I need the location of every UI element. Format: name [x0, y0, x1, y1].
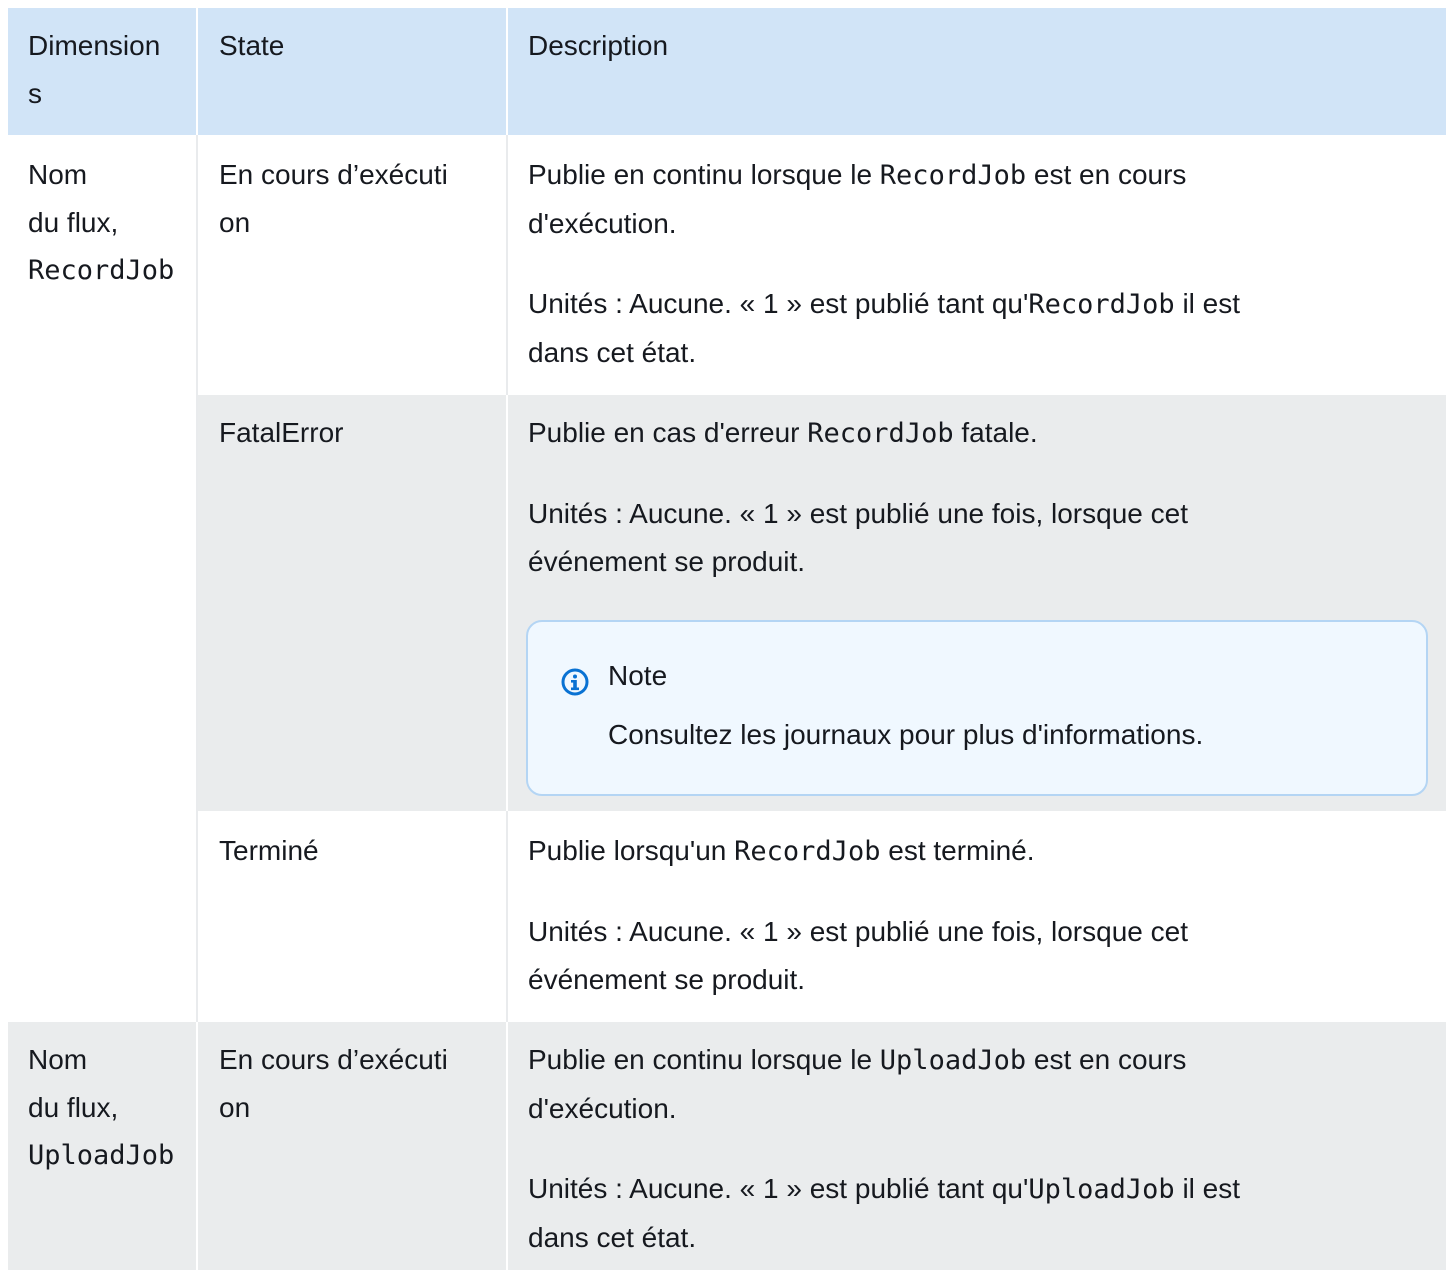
state-cell-running: En cours d’exécuti on [219, 159, 448, 238]
dimension-cell-recordjob: Nom du flux, RecordJob [28, 159, 175, 286]
header-dimensions: Dimension s [28, 30, 161, 109]
dimension-cell-uploadjob: Nom du flux, UploadJob [28, 1044, 175, 1171]
description-cell-running: Publie en continu lorsque le RecordJob e… [528, 159, 1241, 368]
header-description: Description [528, 30, 669, 61]
state-cell-upload-running: En cours d’exécuti on [219, 1044, 448, 1123]
note-title: Note [608, 660, 668, 691]
info-note-box: Note Consultez les journaux pour plus d'… [526, 620, 1428, 796]
state-cell-completed: Terminé [219, 835, 319, 866]
header-state: State [219, 30, 285, 61]
info-circle-icon [561, 668, 589, 696]
metrics-table: Dimension s State Description Nom du flu… [8, 8, 1446, 1270]
description-cell-completed: Publie lorsqu'un RecordJob est terminé. … [528, 835, 1188, 995]
description-cell-fatalerror: Publie en cas d'erreur RecordJob fatale.… [528, 417, 1188, 577]
state-cell-fatalerror: FatalError [219, 417, 344, 448]
note-text: Consultez les journaux pour plus d'infor… [608, 719, 1204, 750]
description-cell-upload-running: Publie en continu lorsque le UploadJob e… [528, 1044, 1241, 1253]
